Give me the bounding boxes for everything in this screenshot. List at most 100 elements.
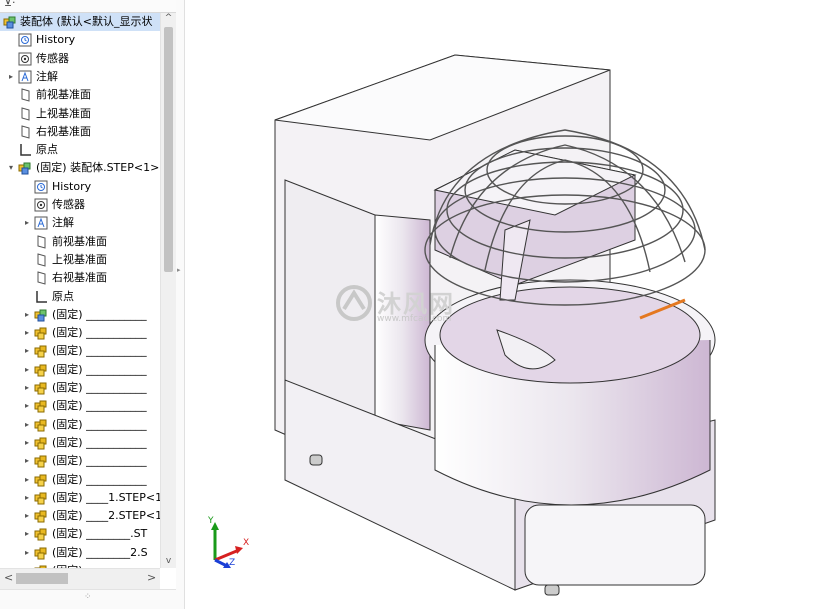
feature-tree: 装配体 (默认<默认_显示状 History 传感器 ▸ 注解 前视基准面 上视基准面 右视基… (0, 13, 160, 568)
tree-item-label: (固定) ___________ (52, 454, 147, 468)
tree-item[interactable]: 右视基准面 (0, 269, 160, 287)
expand-chevron-icon[interactable]: ▸ (6, 68, 16, 86)
tree-item-label: 右视基准面 (52, 271, 107, 285)
tree-item-label: (固定) ________2.S (52, 545, 148, 559)
tree-item-label: (固定) ___________ (52, 362, 147, 376)
tree-item[interactable]: ▸ (固定) ___________ (0, 452, 160, 470)
expand-chevron-icon[interactable]: ▸ (22, 397, 32, 415)
scroll-up-icon[interactable]: ^ (161, 13, 176, 23)
history-icon (34, 180, 48, 194)
tree-item[interactable]: ▸ (固定) ___________ (0, 397, 160, 415)
expand-chevron-icon[interactable]: ▸ (22, 342, 32, 360)
plane-icon (18, 106, 32, 121)
tree-item[interactable]: ▸ (固定) ___________ (0, 379, 160, 397)
tree-item[interactable]: 上视基准面 (0, 105, 160, 123)
part-icon (34, 399, 48, 413)
tree-item[interactable]: ▸ (固定) ___________ (0, 306, 160, 324)
tree-item-label: (固定) ___________ (52, 344, 147, 358)
tree-item-label: 注解 (52, 216, 74, 230)
funnel-icon[interactable]: ⊻· (4, 0, 16, 9)
scroll-left-icon[interactable]: < (4, 571, 13, 584)
part-icon (34, 546, 48, 560)
tree-item[interactable]: 原点 (0, 288, 160, 306)
model-drawing (274, 54, 716, 596)
origin-icon (34, 290, 48, 304)
tree-item[interactable]: ▸ (固定) ___________ (0, 361, 160, 379)
tree-item[interactable]: ▸ (固定) ________.ST (0, 525, 160, 543)
expand-chevron-icon[interactable]: ▸ (22, 525, 32, 543)
tree-item[interactable]: ▸ (固定) ___________ (0, 324, 160, 342)
tree-root-assembly[interactable]: 装配体 (默认<默认_显示状 (0, 13, 160, 31)
orientation-triad: Y X Z (205, 516, 255, 570)
part-icon (34, 363, 48, 377)
filter-bar[interactable]: ⊻· (0, 0, 176, 13)
origin-icon (18, 143, 32, 157)
graphics-viewport[interactable]: 沐风网 www.mfcad.com Y X Z (185, 0, 820, 609)
panel-resize-area[interactable]: ⁘ (0, 589, 176, 609)
tree-item[interactable]: 原点 (0, 141, 160, 159)
expand-chevron-icon[interactable]: ▸ (22, 489, 32, 507)
tree-item[interactable]: ▸ (固定) ____1.STEP<1 (0, 489, 160, 507)
tree-item-label: 右视基准面 (36, 124, 91, 138)
expand-chevron-icon[interactable]: ▸ (22, 324, 32, 342)
tree-item-label: (固定) 装配体.STEP<1> (36, 161, 160, 175)
plane-icon (34, 234, 48, 249)
expand-chevron-icon[interactable]: ▸ (22, 452, 32, 470)
tree-item[interactable]: ▸ (固定) ___________ (0, 471, 160, 489)
expand-chevron-icon[interactable]: ▸ (22, 507, 32, 525)
tree-item[interactable]: ▸ (固定) ___________ (0, 342, 160, 360)
tree-item[interactable]: ▸ 注解 (0, 214, 160, 232)
sensor-icon (18, 52, 32, 66)
scrollbar-thumb-horizontal[interactable] (16, 573, 68, 584)
watermark-url: www.mfcad.com (377, 314, 452, 324)
tree-item-label: 传感器 (52, 198, 85, 211)
tree-item-label: (固定) ___________ (52, 472, 147, 486)
part-icon (34, 344, 48, 358)
subassembly-icon (34, 308, 48, 322)
scroll-down-icon[interactable]: v (161, 556, 176, 566)
tree-item-label: (固定) ___________ (52, 417, 147, 431)
panel-splitter[interactable]: ▸ (176, 0, 185, 609)
tree-item[interactable]: ▸ (固定) ___________ (0, 434, 160, 452)
tree-item[interactable]: 右视基准面 (0, 123, 160, 141)
collapse-panel-icon[interactable]: ▸ (177, 266, 181, 274)
part-icon (34, 454, 48, 468)
tree-item[interactable]: ▸ 注解 (0, 68, 160, 86)
scroll-right-icon[interactable]: > (147, 571, 156, 584)
tree-item-label: (固定) ___________ (52, 326, 147, 340)
vertical-scrollbar[interactable]: ^ v (160, 13, 176, 568)
expand-chevron-icon[interactable]: ▸ (22, 434, 32, 452)
tree-item[interactable]: 前视基准面 (0, 233, 160, 251)
tree-item[interactable]: ▸ (固定) ____2.STEP<1 (0, 507, 160, 525)
resize-grip-icon[interactable]: ⁘ (84, 592, 92, 602)
tree-item[interactable]: ▸ (固定) ___________ (0, 416, 160, 434)
scrollbar-thumb[interactable] (164, 27, 173, 272)
tree-item[interactable]: ▸ (固定) ________2.S (0, 544, 160, 562)
expand-chevron-icon[interactable]: ▸ (22, 306, 32, 324)
tree-item[interactable]: 传感器 (0, 50, 160, 68)
history-icon (18, 33, 32, 47)
tree-item-label: 前视基准面 (36, 88, 91, 102)
plane-icon (18, 88, 32, 102)
part-icon (34, 436, 48, 450)
part-icon (34, 381, 48, 395)
tree-item[interactable]: 上视基准面 (0, 251, 160, 269)
collapse-chevron-icon[interactable]: ▾ (6, 159, 16, 177)
expand-chevron-icon[interactable]: ▸ (22, 416, 32, 434)
expand-chevron-icon[interactable]: ▸ (22, 544, 32, 562)
tree-item[interactable]: ▾ (固定) 装配体.STEP<1> (0, 159, 160, 177)
expand-chevron-icon[interactable]: ▸ (22, 471, 32, 489)
tree-item-label: 前视基准面 (52, 234, 107, 248)
part-icon (34, 473, 48, 487)
tree-item[interactable]: History (0, 178, 160, 196)
tree-item[interactable]: 传感器 (0, 196, 160, 214)
tree-item-label: (固定) ___________ (52, 435, 147, 449)
part-icon (34, 509, 48, 523)
tree-item[interactable]: History (0, 31, 160, 49)
horizontal-scrollbar[interactable]: < > (0, 568, 160, 589)
expand-chevron-icon[interactable]: ▸ (22, 214, 32, 232)
expand-chevron-icon[interactable]: ▸ (22, 379, 32, 397)
tree-item[interactable]: 前视基准面 (0, 86, 160, 104)
expand-chevron-icon[interactable]: ▸ (22, 361, 32, 379)
tree-item-label: (固定) ____2.STEP<1 (52, 509, 160, 523)
